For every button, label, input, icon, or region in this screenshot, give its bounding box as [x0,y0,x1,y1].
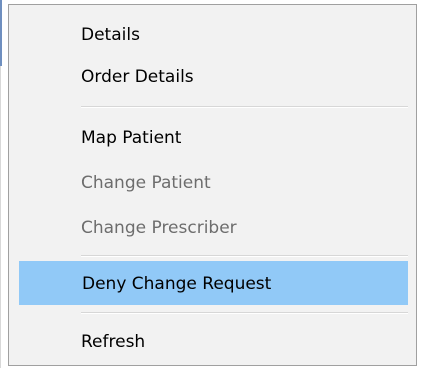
window-edge [0,66,1,368]
menu-separator [81,106,408,108]
context-menu: Details Order Details Map Patient Change… [8,4,417,366]
menu-separator [81,312,408,314]
menu-item-change-patient: Change Patient [81,173,211,193]
menu-item-order-details[interactable]: Order Details [19,55,408,99]
window-edge-accent [0,0,2,66]
menu-item-details[interactable]: Details [19,13,408,57]
menu-item-change-prescriber: Change Prescriber [81,218,237,238]
screen: Details Order Details Map Patient Change… [0,0,421,368]
menu-item-refresh[interactable]: Refresh [19,320,408,364]
menu-item-map-patient[interactable]: Map Patient [19,116,408,160]
menu-separator [81,255,408,257]
menu-item-deny-change-request[interactable]: Deny Change Request [19,261,408,305]
